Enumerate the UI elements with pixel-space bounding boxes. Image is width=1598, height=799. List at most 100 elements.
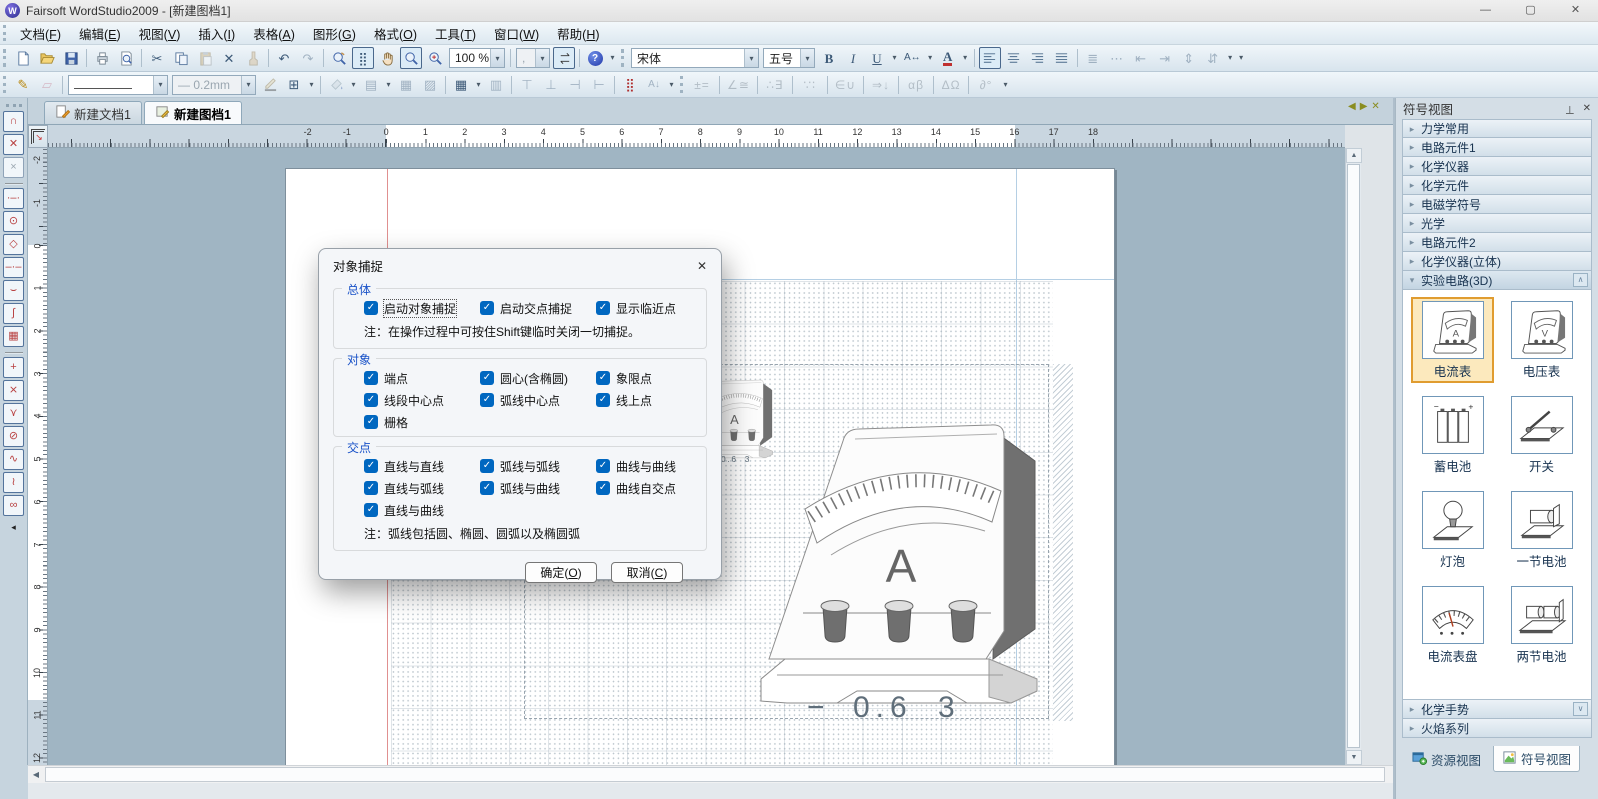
- checkbox-checked[interactable]: ✓: [364, 415, 378, 429]
- symbol-category-row[interactable]: ▸ 化学仪器: [1402, 157, 1592, 176]
- symbol-category-row[interactable]: ▸ 力学常用: [1402, 119, 1592, 138]
- underline-options[interactable]: ▾: [889, 47, 900, 69]
- undo-button[interactable]: ↶: [273, 47, 295, 69]
- dialog-checkbox[interactable]: ✓ 启动对象捕捉: [364, 300, 480, 316]
- checkbox-checked[interactable]: ✓: [364, 481, 378, 495]
- menu-item[interactable]: 工具(T): [426, 21, 485, 46]
- tab-scroll-right-button[interactable]: ▶: [1360, 101, 1368, 112]
- panel-close-icon[interactable]: ✕: [1583, 103, 1591, 114]
- tab-scroll-left-button[interactable]: ◀: [1348, 101, 1356, 112]
- maximize-button[interactable]: ▢: [1508, 0, 1553, 21]
- standard-toolbar-options[interactable]: ▾: [607, 47, 618, 69]
- symbol-item[interactable]: 两节电池: [1500, 582, 1583, 668]
- grid-snap-button[interactable]: ▦: [3, 326, 24, 347]
- align-left-button[interactable]: [979, 47, 1001, 69]
- save-button[interactable]: [60, 47, 82, 69]
- symbol-category-row[interactable]: ▸ 电磁学符号: [1402, 195, 1592, 214]
- cancel-button[interactable]: 取消(C): [611, 562, 683, 583]
- line-line-intersection-button[interactable]: ⨯: [3, 380, 24, 401]
- char-scale-options[interactable]: ▾: [925, 47, 936, 69]
- symbol-item[interactable]: 电流表盘: [1411, 582, 1494, 668]
- pin-icon[interactable]: ⊤: [1564, 104, 1575, 114]
- math-toolbar-options[interactable]: ▾: [1000, 74, 1011, 96]
- numbered-list-button[interactable]: ≣: [1082, 47, 1104, 69]
- line-color-button[interactable]: [259, 74, 281, 96]
- math-angle-button[interactable]: ∠≅: [724, 74, 753, 96]
- spacing-decrease-button[interactable]: ⇵: [1202, 47, 1224, 69]
- line-width-combo[interactable]: — 0.2mm▾: [172, 75, 256, 95]
- math-plusminus-button[interactable]: ±=: [689, 74, 715, 96]
- checkbox-checked[interactable]: ✓: [596, 459, 610, 473]
- checkbox-checked[interactable]: ✓: [364, 371, 378, 385]
- align-right-button[interactable]: [1027, 47, 1049, 69]
- dialog-checkbox[interactable]: ✓ 弧线中心点: [480, 392, 596, 408]
- math-therefore-button[interactable]: ∴∃: [762, 74, 788, 96]
- symbol-thumbnail[interactable]: [1422, 491, 1484, 549]
- print-preview-button[interactable]: [115, 47, 137, 69]
- combo-dropdown-icon[interactable]: ▾: [241, 76, 255, 94]
- horizontal-ruler[interactable]: -2-10123456789101112131415161718: [48, 125, 1345, 148]
- menu-item[interactable]: 视图(V): [130, 21, 190, 46]
- text-frame-options[interactable]: ▾: [383, 74, 394, 96]
- document-tab[interactable]: 新建图档1: [144, 101, 242, 124]
- print-button[interactable]: [91, 47, 113, 69]
- symbol-item[interactable]: V 电压表: [1500, 297, 1583, 383]
- checkbox-checked[interactable]: ✓: [596, 371, 610, 385]
- symbol-item[interactable]: −+ 蓄电池: [1411, 392, 1494, 478]
- vertical-scroll-thumb[interactable]: [1347, 164, 1360, 748]
- dialog-checkbox[interactable]: ✓ 线上点: [596, 392, 698, 408]
- symbol-thumbnail[interactable]: [1511, 491, 1573, 549]
- menu-item[interactable]: 插入(I): [189, 21, 244, 46]
- dialog-close-icon[interactable]: ✕: [697, 259, 707, 273]
- symbol-thumbnail[interactable]: [1422, 586, 1484, 644]
- style-combo[interactable]: ,▾: [516, 48, 550, 68]
- insert-col-left-button[interactable]: ⊣: [564, 74, 586, 96]
- checkbox-checked[interactable]: ✓: [364, 503, 378, 517]
- dialog-checkbox[interactable]: ✓ 曲线自交点: [596, 480, 698, 496]
- zoom-region-button[interactable]: [400, 47, 422, 69]
- menu-item[interactable]: 窗口(W): [485, 21, 548, 46]
- text-frame-button[interactable]: ▤: [360, 74, 382, 96]
- symbol-category-row[interactable]: ▸ 光学: [1402, 214, 1592, 233]
- ruler-origin-button[interactable]: ↘: [28, 125, 48, 148]
- frame-edit-button[interactable]: ✎: [12, 74, 34, 96]
- arc-center-snap-button[interactable]: ⌣: [3, 280, 24, 301]
- symbol-item[interactable]: 一节电池: [1500, 487, 1583, 573]
- zoom-level-combo[interactable]: 100 %▾: [449, 48, 505, 68]
- math-set-button[interactable]: ∈∪: [832, 74, 859, 96]
- font-color-options[interactable]: ▾: [960, 47, 971, 69]
- pattern-fill-button[interactable]: ▦: [395, 74, 417, 96]
- swap-direction-button[interactable]: [553, 47, 575, 69]
- scroll-down-button[interactable]: ▼: [1346, 750, 1362, 765]
- checkbox-checked[interactable]: ✓: [596, 301, 610, 315]
- checkbox-checked[interactable]: ✓: [480, 481, 494, 495]
- dialog-checkbox[interactable]: ✓ 直线与弧线: [364, 480, 480, 496]
- curve-self-intersection-button[interactable]: ∞: [3, 495, 24, 516]
- arc-arc-intersection-button[interactable]: ⊘: [3, 426, 24, 447]
- symbol-category-row[interactable]: ▸ 电路元件1: [1402, 138, 1592, 157]
- table-properties-button[interactable]: ▥: [485, 74, 507, 96]
- scroll-left-button[interactable]: ◀: [28, 766, 44, 783]
- underline-button[interactable]: U: [866, 47, 888, 69]
- fill-options[interactable]: ▾: [348, 74, 359, 96]
- bullet-list-button[interactable]: ⋯: [1106, 47, 1128, 69]
- dialog-checkbox[interactable]: ✓ 弧线与弧线: [480, 458, 596, 474]
- menu-item[interactable]: 格式(O): [365, 21, 426, 46]
- combo-dropdown-icon[interactable]: ▾: [490, 49, 504, 67]
- indent-button[interactable]: ⇥: [1154, 47, 1176, 69]
- symbol-thumbnail[interactable]: [1511, 586, 1573, 644]
- scroll-up-button[interactable]: ▲: [1346, 148, 1362, 163]
- open-button[interactable]: [36, 47, 58, 69]
- dialog-checkbox[interactable]: ✓ 线段中心点: [364, 392, 480, 408]
- math-delta-omega-button[interactable]: ΔΩ: [938, 74, 964, 96]
- table-options[interactable]: ▾: [473, 74, 484, 96]
- cut-button[interactable]: ✂: [146, 47, 168, 69]
- dialog-checkbox[interactable]: ✓ 直线与直线: [364, 458, 480, 474]
- checkbox-checked[interactable]: ✓: [596, 393, 610, 407]
- document-tab[interactable]: 新建文档1: [44, 101, 142, 124]
- math-partial-degree-button[interactable]: ∂°: [973, 74, 999, 96]
- bold-button[interactable]: B: [818, 47, 840, 69]
- checkbox-checked[interactable]: ✓: [480, 301, 494, 315]
- menu-item[interactable]: 文档(F): [11, 21, 70, 46]
- checkbox-checked[interactable]: ✓: [364, 301, 378, 315]
